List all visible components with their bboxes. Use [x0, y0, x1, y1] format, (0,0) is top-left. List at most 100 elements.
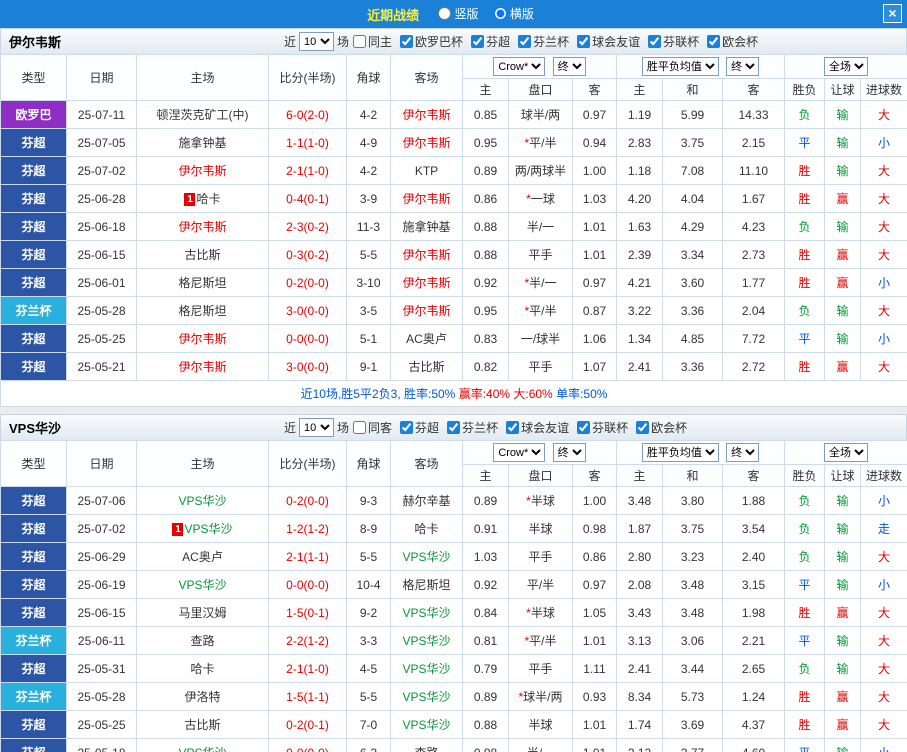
league-filter-checkbox[interactable]: [400, 421, 414, 434]
home-team: VPS华沙: [136, 570, 269, 599]
final-odds-select[interactable]: 终: [552, 443, 586, 462]
avg-away-odds: 2.21: [721, 626, 786, 655]
odds-company-select[interactable]: Crow*: [493, 443, 546, 462]
match-score: 0-3(0-2): [268, 240, 347, 269]
handicap-result: 输: [824, 514, 862, 543]
away-team: 伊尔韦斯: [390, 128, 463, 157]
avg-away-odds: 2.72: [721, 352, 786, 381]
league-filter[interactable]: 球会友谊: [502, 419, 569, 436]
match-date: 25-07-02: [66, 514, 137, 543]
summary-segment: 单率:50%: [556, 387, 608, 401]
away-team: KTP: [390, 156, 463, 185]
avg-home-odds: 2.41: [616, 352, 663, 381]
goals-result: 大: [860, 542, 907, 571]
handicap-line: 两/两球半: [508, 156, 573, 185]
league-badge: 芬兰杯: [0, 296, 67, 325]
home-team: 查路: [136, 626, 269, 655]
avg-draw-odds: 3.44: [662, 654, 723, 683]
away-team: 古比斯: [390, 352, 463, 381]
league-filter[interactable]: 芬兰杯: [443, 419, 498, 436]
league-filter[interactable]: 欧罗巴杯: [396, 33, 463, 50]
close-icon[interactable]: ×: [883, 4, 902, 23]
league-filter-checkbox[interactable]: [648, 35, 662, 48]
match-date: 25-06-28: [66, 184, 137, 213]
final-odds-select[interactable]: 终: [552, 57, 586, 76]
match-date: 25-05-18: [66, 738, 137, 752]
league-filter[interactable]: 同主: [349, 33, 392, 50]
match-row: 欧罗巴 25-07-11 顿涅茨克矿工(中) 6-0(2-0) 4-2 伊尔韦斯 0.85 球…: [0, 100, 907, 129]
away-team: 伊尔韦斯: [390, 100, 463, 129]
avg-odds-select[interactable]: 胜平负均值: [641, 443, 719, 462]
col-away: 客场: [390, 440, 463, 487]
layout-horizontal-option[interactable]: 横版: [493, 5, 534, 22]
away-team: VPS华沙: [390, 682, 463, 711]
league-filter-checkbox[interactable]: [577, 35, 591, 48]
odds-company-select[interactable]: Crow*: [493, 57, 546, 76]
league-filter-checkbox[interactable]: [707, 35, 721, 48]
vertical-radio[interactable]: [438, 6, 452, 20]
avg-draw-odds: 3.36: [662, 352, 723, 381]
away-team: VPS华沙: [390, 710, 463, 739]
horizontal-radio[interactable]: [493, 6, 507, 20]
home-odds: 0.95: [462, 128, 509, 157]
league-filter[interactable]: 芬联杯: [644, 33, 699, 50]
league-filter[interactable]: 芬联杯: [573, 419, 628, 436]
league-filter-checkbox[interactable]: [353, 35, 367, 48]
league-filter-checkbox[interactable]: [577, 421, 591, 434]
league-filter-checkbox[interactable]: [636, 421, 650, 434]
league-filter[interactable]: 芬超: [396, 419, 439, 436]
league-filter[interactable]: 芬超: [467, 33, 510, 50]
away-team: 查路: [390, 738, 463, 752]
handicap-result: 赢: [824, 598, 862, 627]
away-odds: 1.01: [572, 626, 617, 655]
corner-score: 9-1: [346, 352, 391, 381]
match-row: 芬超 25-06-29 AC奥卢 2-1(1-1) 5-5 VPS华沙 1.03 平手 0.86…: [0, 542, 907, 571]
corner-score: 6-3: [346, 738, 391, 752]
avg-home-odds: 3.22: [616, 296, 663, 325]
goals-result: 大: [860, 100, 907, 129]
summary-segment: 近10场,胜5平2负3,: [300, 387, 404, 401]
away-team: 伊尔韦斯: [390, 240, 463, 269]
handicap-line: 球半/两: [508, 100, 573, 129]
recent-count-select[interactable]: 10: [299, 32, 335, 51]
corner-score: 3-10: [346, 268, 391, 297]
league-badge: 芬超: [0, 738, 67, 752]
handicap-result: 输: [824, 324, 862, 353]
league-filter-checkbox[interactable]: [506, 421, 520, 434]
league-filter[interactable]: 芬兰杯: [514, 33, 569, 50]
avg-home-odds: 4.21: [616, 268, 663, 297]
col-handicap: 盘口: [508, 464, 573, 487]
recent-count-select[interactable]: 10: [299, 418, 335, 437]
avg-draw-odds: 3.06: [662, 626, 723, 655]
home-odds: 0.82: [462, 352, 509, 381]
scope-select[interactable]: 全场: [824, 57, 869, 76]
avg-away-odds: 1.98: [721, 598, 786, 627]
avg-odds-select[interactable]: 胜平负均值: [641, 57, 719, 76]
recent-results-table: 类型 日期 主场 比分(半场) 角球 客场 Crow* 终 胜平负均值 终 全场…: [0, 54, 907, 407]
away-team: 伊尔韦斯: [390, 268, 463, 297]
league-filter-checkbox[interactable]: [400, 35, 414, 48]
col-home: 主场: [136, 440, 269, 487]
away-team: 格尼斯坦: [390, 570, 463, 599]
league-filter[interactable]: 欧会杯: [632, 419, 687, 436]
horizontal-label: 横版: [509, 6, 534, 21]
wdl-result: 负: [784, 514, 826, 543]
col-goals: 进球数: [860, 78, 907, 101]
league-badge: 芬超: [0, 570, 67, 599]
goals-result: 大: [860, 156, 907, 185]
layout-vertical-option[interactable]: 竖版: [438, 5, 479, 22]
home-team: 伊尔韦斯: [136, 324, 269, 353]
league-filter-checkbox[interactable]: [353, 421, 367, 434]
avg-draw-odds: 4.85: [662, 324, 723, 353]
league-filter[interactable]: 欧会杯: [703, 33, 758, 50]
home-odds: 0.79: [462, 654, 509, 683]
league-filter-checkbox[interactable]: [518, 35, 532, 48]
avg-draw-odds: 3.23: [662, 542, 723, 571]
league-filter[interactable]: 同客: [349, 419, 392, 436]
league-filter-checkbox[interactable]: [447, 421, 461, 434]
final-avg-select[interactable]: 终: [726, 443, 760, 462]
final-avg-select[interactable]: 终: [726, 57, 760, 76]
league-filter[interactable]: 球会友谊: [573, 33, 640, 50]
league-filter-checkbox[interactable]: [471, 35, 485, 48]
scope-select[interactable]: 全场: [824, 443, 869, 462]
